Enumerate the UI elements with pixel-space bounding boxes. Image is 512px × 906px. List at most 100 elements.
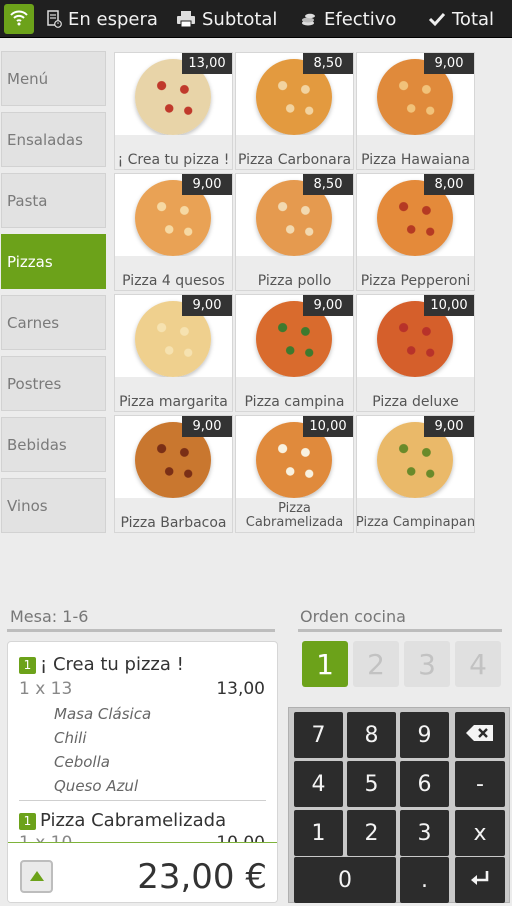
key-7[interactable]: 7 [294, 712, 343, 758]
divider [298, 629, 502, 632]
product-name: Pizza Hawaiana [357, 135, 474, 169]
kitchen-order-2[interactable]: 2 [353, 641, 399, 687]
category-label: Postres [7, 374, 62, 393]
total-button[interactable]: Total [428, 0, 494, 38]
product-name: ¡ Crea tu pizza ! [115, 135, 232, 169]
key-4[interactable]: 4 [294, 761, 343, 807]
key-0[interactable]: 0 [294, 857, 396, 903]
kitchen-order-number: 3 [418, 647, 436, 681]
price-badge: 8,00 [424, 174, 474, 195]
product-tile[interactable]: 10,00 Pizza Cabramelizada [235, 415, 354, 533]
numeric-keypad: 7 8 9 4 5 6 - 1 2 3 x 0 . [288, 707, 510, 903]
cash-button[interactable]: Efectivo [300, 0, 396, 38]
kitchen-order-1[interactable]: 1 [302, 641, 348, 687]
total-label: Total [452, 8, 495, 30]
category-label: Bebidas [7, 435, 67, 454]
product-name: Pizza Pepperoni [357, 256, 474, 290]
category-label: Menú [7, 69, 49, 88]
quantity-badge: 1 [19, 812, 36, 830]
kitchen-order-number: 2 [367, 647, 385, 681]
price-badge: 9,00 [182, 416, 232, 437]
category-desserts[interactable]: Postres [1, 356, 106, 411]
category-meats[interactable]: Carnes [1, 295, 106, 350]
category-pizzas[interactable]: Pizzas [1, 234, 106, 289]
product-tile[interactable]: 10,00 Pizza deluxe [356, 294, 475, 412]
kitchen-order-number: 4 [469, 647, 487, 681]
key-8[interactable]: 8 [347, 712, 396, 758]
key-6[interactable]: 6 [400, 761, 449, 807]
subtotal-button[interactable]: Subtotal [176, 0, 277, 38]
order-ticket: 1 ¡ Crea tu pizza ! 1 x 13 13,00 Masa Clá… [7, 641, 278, 903]
item-divider [19, 800, 266, 801]
category-drinks[interactable]: Bebidas [1, 417, 106, 472]
category-menu[interactable]: Menú [1, 51, 106, 106]
kitchen-order-3[interactable]: 3 [404, 641, 450, 687]
multiply-key[interactable]: x [455, 810, 505, 856]
category-label: Carnes [7, 313, 60, 332]
price-badge: 9,00 [303, 295, 353, 316]
coins-icon [300, 10, 318, 28]
enter-key[interactable] [455, 857, 505, 903]
product-tile[interactable]: 8,50 Pizza Carbonara [235, 52, 354, 170]
kitchen-order-4[interactable]: 4 [455, 641, 501, 687]
product-tile[interactable]: 9,00 Pizza margarita [114, 294, 233, 412]
total-bar: 23,00 € [8, 842, 277, 902]
product-tile[interactable]: 8,50 Pizza pollo [235, 173, 354, 291]
order-item[interactable]: 1 Pizza Cabramelizada [19, 810, 226, 831]
price-badge: 10,00 [303, 416, 353, 437]
order-item-amount: 13,00 [216, 679, 265, 699]
price-badge: 9,00 [424, 53, 474, 74]
product-name: Pizza campina [236, 377, 353, 411]
key-9[interactable]: 9 [400, 712, 449, 758]
category-salads[interactable]: Ensaladas [1, 112, 106, 167]
order-item-name: Pizza Cabramelizada [40, 810, 227, 831]
minus-key[interactable]: - [455, 761, 505, 807]
order-item[interactable]: 1 ¡ Crea tu pizza ! [19, 654, 184, 675]
checkmark-icon [428, 11, 446, 27]
subtotal-label: Subtotal [202, 8, 278, 30]
backspace-key[interactable] [455, 712, 505, 758]
table-label: Mesa: 1-6 [10, 607, 89, 626]
product-tile[interactable]: 9,00 Pizza Barbacoa [114, 415, 233, 533]
modifier: Masa Clásica [54, 705, 152, 723]
product-name: Pizza Campinapan [357, 498, 474, 532]
quantity-badge: 1 [19, 656, 36, 674]
expand-button[interactable] [20, 860, 53, 893]
category-label: Pasta [7, 191, 48, 210]
product-name: Pizza pollo [236, 256, 353, 290]
category-pasta[interactable]: Pasta [1, 173, 106, 228]
key-2[interactable]: 2 [347, 810, 396, 856]
category-label: Pizzas [7, 252, 53, 271]
wifi-icon [9, 7, 29, 31]
decimal-key[interactable]: . [400, 857, 449, 903]
product-tile[interactable]: 9,00 Pizza 4 quesos [114, 173, 233, 291]
product-tile[interactable]: 9,00 Pizza campina [235, 294, 354, 412]
divider [7, 629, 275, 632]
product-tile[interactable]: 8,00 Pizza Pepperoni [356, 173, 475, 291]
price-badge: 9,00 [182, 174, 232, 195]
printer-icon [176, 10, 196, 28]
triangle-up-icon [29, 867, 45, 886]
price-badge: 13,00 [182, 53, 232, 74]
price-badge: 10,00 [424, 295, 474, 316]
on-hold-label: En espera [68, 8, 158, 30]
product-tile[interactable]: 9,00 Pizza Campinapan [356, 415, 475, 533]
backspace-icon [465, 723, 495, 748]
category-wines[interactable]: Vinos [1, 478, 106, 533]
product-name: Pizza margarita [115, 377, 232, 411]
product-tile[interactable]: 13,00 ¡ Crea tu pizza ! [114, 52, 233, 170]
product-name: Pizza deluxe [357, 377, 474, 411]
order-total: 23,00 € [137, 857, 267, 897]
modifier: Chili [54, 729, 87, 747]
product-tile[interactable]: 9,00 Pizza Hawaiana [356, 52, 475, 170]
price-badge: 9,00 [182, 295, 232, 316]
kitchen-order-label: Orden cocina [300, 607, 406, 626]
key-3[interactable]: 3 [400, 810, 449, 856]
product-name: Pizza Carbonara [236, 135, 353, 169]
receipt-clock-icon [46, 10, 62, 28]
on-hold-button[interactable]: En espera [46, 0, 158, 38]
wifi-status-button[interactable] [4, 4, 34, 34]
top-bar: En espera Subtotal Efectivo Total [0, 0, 512, 38]
key-5[interactable]: 5 [347, 761, 396, 807]
key-1[interactable]: 1 [294, 810, 343, 856]
